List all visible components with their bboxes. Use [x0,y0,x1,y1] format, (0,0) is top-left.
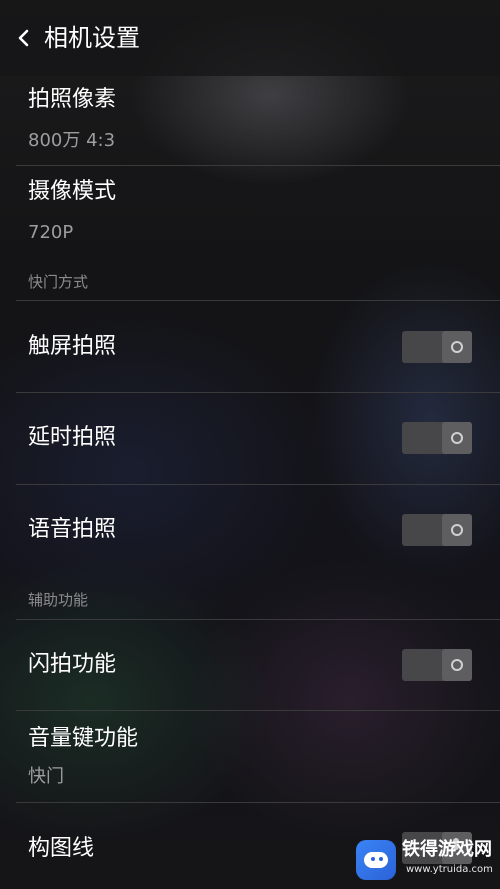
watermark-text: 铁得游戏网 [402,839,492,860]
section-header-assist: 辅助功能 [28,591,89,609]
setting-voice-capture[interactable]: 语音拍照 [0,485,500,575]
gamepad-logo-icon [356,840,396,880]
watermark-url: www.ytruida.com [406,864,493,875]
toggle-knob [442,422,472,454]
setting-touch-capture[interactable]: 触屏拍照 [0,301,500,392]
toggle-knob [442,514,472,546]
touch-capture-toggle[interactable] [402,331,472,363]
setting-value: 800万 4:3 [28,130,116,151]
setting-photo-resolution[interactable]: 拍照像素 800万 4:3 [0,78,500,166]
page-title: 相机设置 [44,24,140,52]
site-watermark: 铁得游戏网 www.ytruida.com [356,836,496,886]
toggle-knob [442,649,472,681]
setting-video-mode[interactable]: 摄像模式 720P [0,166,500,258]
flash-capture-toggle[interactable] [402,649,472,681]
setting-label: 延时拍照 [28,425,117,450]
setting-label: 构图线 [28,836,95,861]
setting-label: 语音拍照 [28,517,117,542]
chevron-left-icon[interactable] [14,23,36,53]
setting-label: 闪拍功能 [28,652,117,677]
setting-label: 音量键功能 [28,726,139,751]
setting-label: 触屏拍照 [28,334,117,359]
setting-flash-capture[interactable]: 闪拍功能 [0,620,500,710]
voice-capture-toggle[interactable] [402,514,472,546]
top-bar: 相机设置 [0,0,500,76]
setting-timer-capture[interactable]: 延时拍照 [0,393,500,484]
setting-label: 摄像模式 [28,179,117,204]
setting-value: 720P [28,222,74,243]
toggle-knob [442,331,472,363]
setting-label: 拍照像素 [28,87,117,112]
section-header-shutter: 快门方式 [28,273,89,291]
timer-capture-toggle[interactable] [402,422,472,454]
setting-volume-key[interactable]: 音量键功能 快门 [0,711,500,802]
setting-value: 快门 [28,766,64,787]
